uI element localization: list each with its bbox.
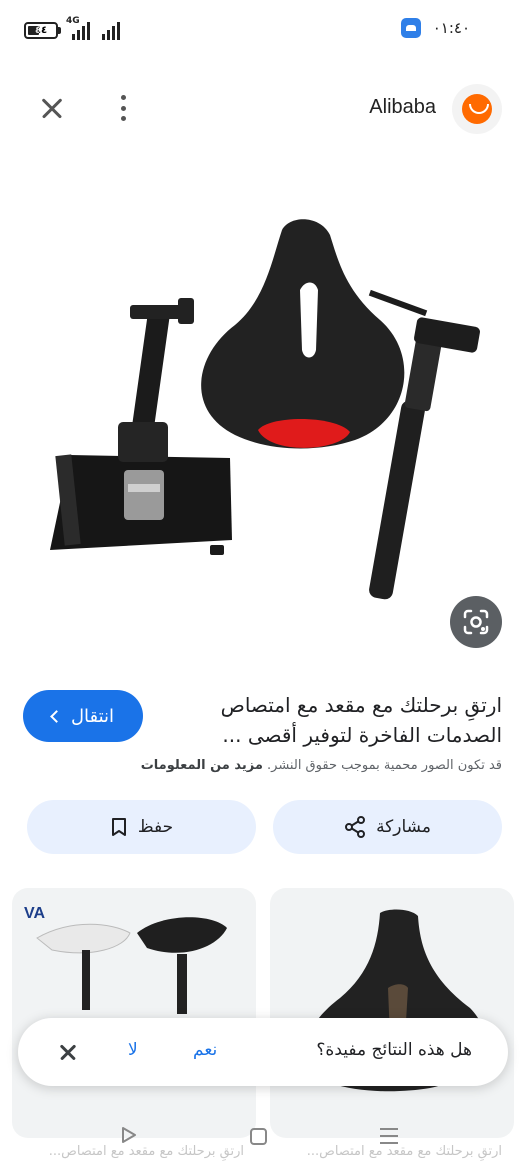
save-label: حفظ [137,817,174,837]
visit-button[interactable]: انتقال [23,690,143,742]
related-image: VA [24,905,227,1014]
battery-icon: ٤٤ [24,22,58,39]
feedback-no-button[interactable]: لا [128,1040,138,1060]
seat-post-clamp [50,298,232,555]
related-image [304,909,485,1092]
system-nav-bar [0,1112,526,1169]
feedback-yes-button[interactable]: نعم [193,1040,217,1060]
battery-tip [58,27,61,34]
share-icon [345,816,366,838]
save-button[interactable]: حفظ [27,800,256,854]
home-square-icon[interactable] [250,1128,267,1145]
share-button[interactable]: مشاركة [273,800,502,854]
signal-icon-2 [102,20,120,40]
status-bar: ٤٤ 4G ٠١:٤٠ [0,0,526,62]
image-viewer-page: ٤٤ 4G ٠١:٤٠ Alibaba انتقال ارتقِ برحلتك … [0,0,526,1169]
more-info-link[interactable]: مزيد من المعلومات [141,758,263,773]
related-image-card[interactable]: VA [12,888,256,1138]
back-triangle-icon[interactable] [120,1126,138,1144]
product-image[interactable] [0,190,526,630]
svg-text:VA: VA [24,905,45,922]
google-lens-icon[interactable] [450,596,502,648]
feedback-question: هل هذه النتائج مفيدة؟ [316,1040,472,1060]
android-notification-icon [400,18,421,38]
recents-menu-icon[interactable] [380,1128,398,1144]
saddle [201,219,405,449]
signal-icon [72,20,90,40]
copyright-notice: قد تكون الصور محمية بموجب حقوق النشر. مز… [22,758,502,773]
chevron-left-icon [50,710,63,723]
battery-level: ٤٤ [34,25,48,36]
visit-button-label: انتقال [70,705,115,727]
copyright-text: قد تكون الصور محمية بموجب حقوق النشر. [267,758,502,773]
viewer-header: Alibaba [0,78,526,138]
feedback-popup: لا نعم هل هذه النتائج مفيدة؟ [18,1018,508,1086]
site-name[interactable]: Alibaba [369,96,436,119]
close-icon[interactable] [58,1042,78,1062]
alibaba-logo-icon[interactable] [452,84,502,134]
lens-glyph-icon [463,609,489,635]
product-title[interactable]: ارتقِ برحلتك مع مقعد مع امتصاص الصدمات ا… [172,690,502,750]
more-vert-icon[interactable] [108,92,138,124]
related-image-card[interactable] [270,888,514,1138]
close-icon[interactable] [34,90,70,126]
status-clock: ٠١:٤٠ [432,19,470,37]
bookmark-icon [111,818,126,836]
share-label: مشاركة [376,817,431,837]
